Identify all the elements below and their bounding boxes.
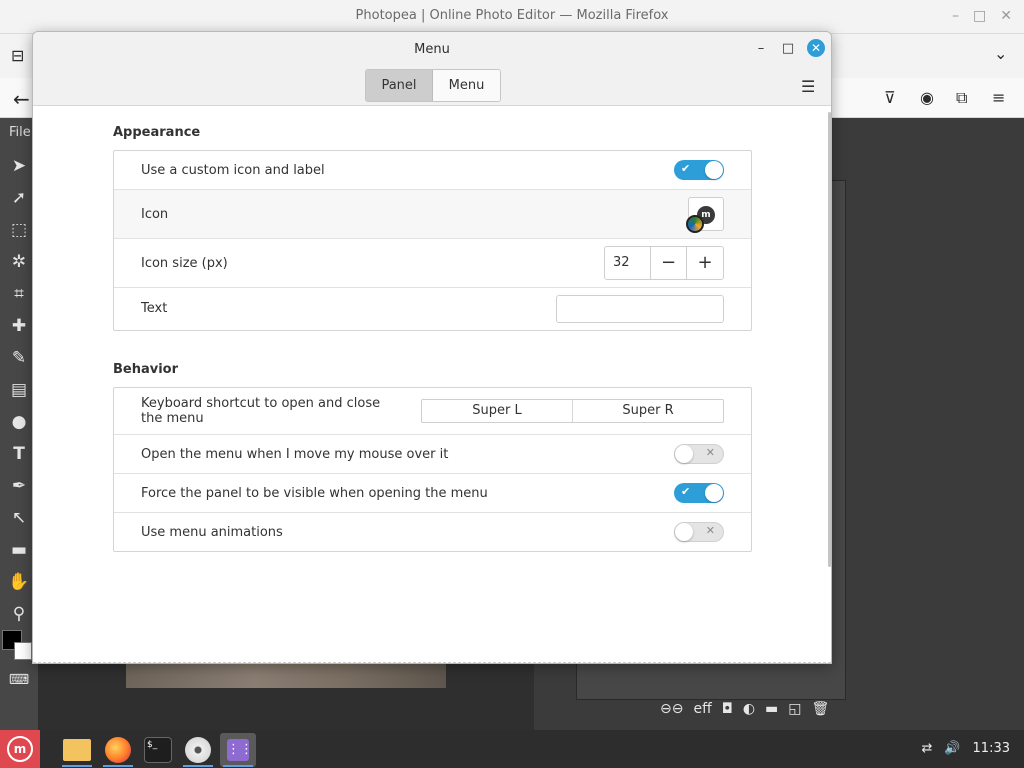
- files-app[interactable]: [59, 733, 95, 767]
- layer-actions: ⊖⊖ eff ◘ ◐ ▬ ◱ 🗑: [660, 701, 829, 717]
- disc-icon: [185, 737, 211, 763]
- icon-size-input[interactable]: 32: [605, 247, 651, 279]
- clock[interactable]: 11:33: [973, 741, 1010, 756]
- decrement-button[interactable]: −: [651, 247, 687, 279]
- tab-menu[interactable]: Menu: [433, 70, 500, 101]
- firefox-app[interactable]: [100, 733, 136, 767]
- shortcut-super-r-button[interactable]: Super R: [573, 400, 723, 422]
- text-field[interactable]: [556, 295, 724, 323]
- firefox-titlebar: Photopea | Online Photo Editor — Mozilla…: [0, 0, 1024, 34]
- mint-menu-button[interactable]: m: [0, 730, 40, 768]
- firefox-window-title: Photopea | Online Photo Editor — Mozilla…: [355, 8, 669, 23]
- behavior-section-title: Behavior: [113, 362, 179, 377]
- animations-toggle[interactable]: ✕: [674, 522, 724, 542]
- animations-label: Use menu animations: [141, 525, 283, 540]
- shortcut-row: Keyboard shortcut to open and close the …: [114, 388, 751, 435]
- icon-label: Icon: [141, 207, 169, 222]
- volume-icon[interactable]: 🔊: [944, 741, 960, 756]
- increment-button[interactable]: +: [687, 247, 723, 279]
- dialog-maximize-button[interactable]: □: [779, 40, 797, 58]
- new-group-icon[interactable]: ▬: [765, 701, 778, 717]
- icon-chooser-button[interactable]: m: [686, 197, 724, 233]
- app-grid-icon: ⋮⋮: [227, 739, 253, 761]
- custom-icon-row: Use a custom icon and label ✔: [114, 151, 751, 190]
- adjustment-layer-icon[interactable]: ◐: [743, 701, 755, 717]
- app-menu-icon[interactable]: ≡: [992, 88, 1005, 107]
- text-row: Text: [114, 288, 751, 330]
- back-arrow-icon[interactable]: ←: [13, 87, 30, 111]
- check-icon: ✔: [681, 162, 691, 175]
- minimize-button[interactable]: –: [952, 8, 959, 24]
- appearance-section-title: Appearance: [113, 125, 201, 140]
- icon-row: Icon m: [114, 190, 751, 239]
- dialog-tabs: Panel Menu: [365, 69, 501, 102]
- maximize-button[interactable]: □: [973, 8, 986, 24]
- check-icon: ✔: [681, 485, 691, 498]
- force-panel-row: Force the panel to be visible when openi…: [114, 474, 751, 513]
- dialog-header: Menu – □ ✕ Panel Menu ☰: [33, 32, 831, 106]
- force-panel-label: Force the panel to be visible when openi…: [141, 486, 488, 501]
- terminal-app[interactable]: $_: [140, 733, 176, 767]
- shortcut-label: Keyboard shortcut to open and close the …: [141, 396, 381, 426]
- extensions-icon[interactable]: ⧉: [956, 88, 967, 108]
- link-layers-icon[interactable]: ⊖⊖: [660, 701, 683, 717]
- hover-label: Open the menu when I move my mouse over …: [141, 447, 449, 462]
- dialog-title: Menu: [414, 42, 450, 57]
- disc-app[interactable]: [180, 733, 216, 767]
- layer-effects-icon[interactable]: eff: [693, 701, 711, 717]
- new-layer-icon[interactable]: ◱: [788, 701, 801, 717]
- dialog-content: Appearance Use a custom icon and label ✔…: [33, 107, 831, 663]
- cursor-icon: [686, 215, 704, 233]
- behavior-box: Keyboard shortcut to open and close the …: [113, 387, 752, 552]
- x-icon: ✕: [705, 446, 715, 459]
- close-button[interactable]: ✕: [1000, 8, 1012, 24]
- pocket-icon[interactable]: ⊽: [884, 88, 896, 107]
- hover-toggle[interactable]: ✕: [674, 444, 724, 464]
- firefox-window-controls: – □ ✕: [952, 8, 1012, 24]
- firefox-icon: [105, 737, 131, 763]
- system-tray: ⇄ 🔊 11:33: [921, 741, 1010, 756]
- icon-size-stepper: 32 − +: [604, 246, 724, 280]
- shortcut-selector: Super L Super R: [421, 399, 724, 423]
- photopea-right-strip: [846, 118, 1024, 730]
- account-icon[interactable]: ◉: [920, 88, 934, 107]
- taskbar: m $_ ⋮⋮ ⇄ 🔊 11:33: [0, 730, 1024, 768]
- list-tabs-chevron-icon[interactable]: ⌄: [994, 44, 1007, 63]
- dialog-minimize-button[interactable]: –: [752, 40, 770, 58]
- delete-layer-icon[interactable]: 🗑: [812, 701, 830, 717]
- mint-logo-icon: m: [7, 736, 33, 762]
- files-icon: [63, 739, 91, 761]
- tab-overview-icon[interactable]: ⊟: [11, 46, 24, 65]
- icon-size-row: Icon size (px) 32 − +: [114, 239, 751, 288]
- force-panel-toggle[interactable]: ✔: [674, 483, 724, 503]
- x-icon: ✕: [705, 524, 715, 537]
- menu-settings-dialog: Menu – □ ✕ Panel Menu ☰ Appearance Use a…: [32, 31, 832, 664]
- hamburger-menu-icon[interactable]: ☰: [801, 77, 815, 96]
- keyboard-icon[interactable]: ⌨: [0, 666, 38, 694]
- background-color-swatch[interactable]: [14, 642, 32, 660]
- dialog-scrollbar[interactable]: [828, 112, 831, 567]
- hover-row: Open the menu when I move my mouse over …: [114, 435, 751, 474]
- dialog-bottom-edge: [33, 662, 831, 663]
- animations-row: Use menu animations ✕: [114, 513, 751, 551]
- terminal-icon: $_: [144, 737, 172, 763]
- layer-mask-icon[interactable]: ◘: [722, 701, 733, 717]
- appearance-box: Use a custom icon and label ✔ Icon m Ico…: [113, 150, 752, 331]
- app-grid-app[interactable]: ⋮⋮: [220, 733, 256, 767]
- shortcut-super-l-button[interactable]: Super L: [422, 400, 573, 422]
- custom-icon-label: Use a custom icon and label: [141, 163, 325, 178]
- icon-size-label: Icon size (px): [141, 256, 228, 271]
- custom-icon-toggle[interactable]: ✔: [674, 160, 724, 180]
- dialog-close-button[interactable]: ✕: [807, 39, 825, 57]
- text-label: Text: [141, 301, 168, 316]
- tab-panel[interactable]: Panel: [366, 70, 433, 101]
- network-icon[interactable]: ⇄: [921, 741, 932, 756]
